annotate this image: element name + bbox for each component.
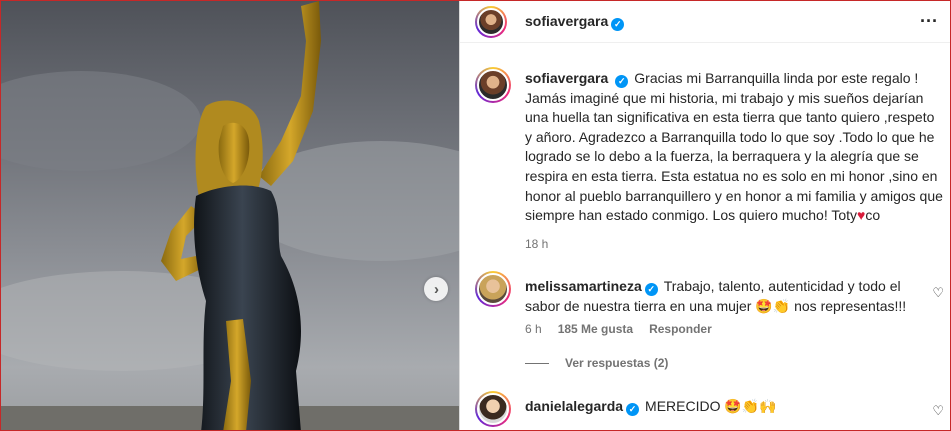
verified-icon: ✓: [611, 18, 625, 31]
comment-meta: 6 h 185 Me gusta Responder: [525, 322, 712, 336]
post-media[interactable]: ›: [1, 1, 459, 430]
reply-button[interactable]: Responder: [649, 322, 712, 336]
post-header: sofiavergara ✓ ···: [460, 1, 950, 43]
statue-image: [1, 1, 459, 430]
header-username[interactable]: sofiavergara: [525, 13, 608, 29]
view-replies-label: Ver respuestas (2): [565, 356, 669, 370]
comment-username[interactable]: melissamartineza: [525, 278, 642, 294]
verified-icon: ✓: [626, 403, 640, 416]
caption-body-end: co: [865, 207, 881, 224]
window-frame: › sofiavergara ✓ ··· sofiavergara ✓ Gracias…: [0, 0, 951, 431]
caption-text: sofiavergara ✓ Gracias mi Barranquilla lin…: [525, 69, 945, 226]
caption-username[interactable]: sofiavergara: [525, 70, 608, 86]
chevron-right-icon: ›: [434, 280, 439, 298]
more-options-icon[interactable]: ···: [920, 11, 938, 32]
comment-username[interactable]: danielalegarda: [525, 398, 623, 414]
view-replies-button[interactable]: Ver respuestas (2): [525, 356, 668, 370]
comment-time[interactable]: 6 h: [525, 322, 542, 336]
comment-item: danielalegarda ✓ MERECIDO 🤩👏🙌: [525, 397, 925, 417]
post-panel: sofiavergara ✓ ··· sofiavergara ✓ Gracias m…: [459, 1, 950, 430]
comment-text: MERECIDO 🤩👏🙌: [645, 398, 777, 414]
heart-outline-icon[interactable]: ♡: [932, 403, 944, 419]
verified-icon: ✓: [615, 75, 629, 88]
comment-likes[interactable]: 185 Me gusta: [558, 322, 633, 336]
comment-avatar[interactable]: [475, 391, 511, 427]
caption-time[interactable]: 18 h: [525, 237, 548, 251]
next-media-button[interactable]: ›: [424, 277, 448, 301]
divider-line: [525, 362, 549, 364]
heart-outline-icon[interactable]: ♡: [932, 285, 944, 301]
verified-icon: ✓: [644, 283, 658, 296]
comment-avatar[interactable]: [475, 271, 511, 307]
avatar[interactable]: [475, 6, 507, 38]
caption-body: Gracias mi Barranquilla linda por este r…: [525, 70, 943, 224]
caption-avatar[interactable]: [475, 67, 511, 103]
comment-item: melissamartineza ✓ Trabajo, talento, auten…: [525, 277, 925, 316]
